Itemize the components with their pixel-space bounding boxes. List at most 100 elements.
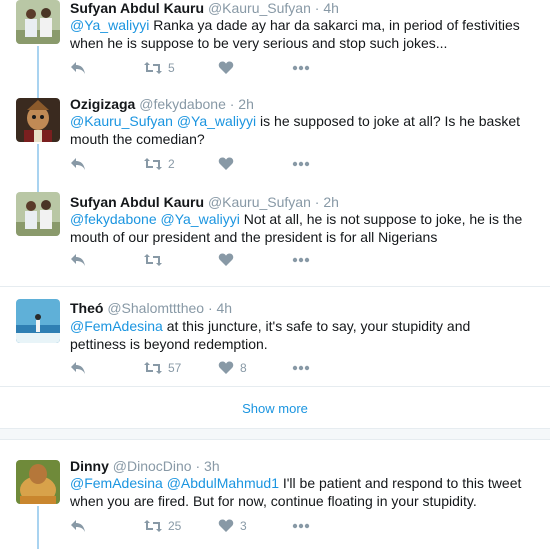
retweet-count: 5 [168,61,175,75]
heart-icon [218,519,234,532]
mention-link[interactable]: @Ya_waliyyi [70,17,149,33]
display-name[interactable]: Ozigizaga [70,96,135,112]
retweet-button[interactable]: 5 [144,60,175,76]
like-count: 8 [240,361,247,375]
retweet-button[interactable]: 57 [144,360,181,376]
more-button[interactable] [292,252,310,268]
more-icon [292,65,310,71]
retweet-icon [144,62,162,74]
display-name[interactable]: Sufyan Abdul Kauru [70,0,204,16]
mention-link[interactable]: @Ya_waliyyi [161,211,240,227]
tweet-actions: 2 [70,156,370,172]
tweet-3[interactable]: Sufyan Abdul Kauru @Kauru_Sufyan · 2h @f… [0,186,550,286]
timestamp[interactable]: · 2h [315,194,339,210]
tweet-actions: 25 3 [70,518,370,534]
tweet-header: Sufyan Abdul Kauru @Kauru_Sufyan · 4h [70,0,339,16]
avatar[interactable] [16,299,60,343]
tweet-divider [0,386,550,387]
retweet-icon [144,362,162,374]
tweet-5[interactable]: Dinny @DinocDino · 3h @FemAdesina @Abdul… [0,440,550,549]
thread-line [37,506,39,549]
reply-button[interactable] [70,360,86,376]
tweet-actions: 5 [70,60,370,76]
tweet-actions [70,252,370,268]
heart-icon [218,61,234,74]
timestamp[interactable]: · 4h [208,300,232,316]
avatar[interactable] [16,98,60,142]
more-button[interactable] [292,60,310,76]
mention-link[interactable]: @fekydabone [70,211,157,227]
timestamp[interactable]: · 2h [230,96,254,112]
reply-button[interactable] [70,252,86,268]
more-button[interactable] [292,360,310,376]
tweet-1[interactable]: Sufyan Abdul Kauru @Kauru_Sufyan · 4h @Y… [0,0,550,92]
reply-icon [71,254,85,266]
user-handle[interactable]: @Kauru_Sufyan [208,194,311,210]
tweet-2[interactable]: Ozigizaga @fekydabone · 2h @Kauru_Sufyan… [0,92,550,186]
reply-button[interactable] [70,518,86,534]
more-button[interactable] [292,156,310,172]
show-more-link[interactable]: Show more [0,401,550,416]
like-count: 3 [240,519,247,533]
more-icon [292,257,310,263]
like-button[interactable] [218,252,240,268]
display-name[interactable]: Theó [70,300,103,316]
reply-button[interactable] [70,60,86,76]
like-button[interactable]: 8 [218,360,247,376]
reply-icon [71,62,85,74]
avatar[interactable] [16,192,60,236]
tweet-actions: 57 8 [70,360,370,376]
retweet-icon [144,254,162,266]
more-icon [292,523,310,529]
tweet-header: Theó @Shalomtttheo · 4h [70,300,232,316]
conversation-gap [0,429,550,439]
timestamp[interactable]: · 4h [315,0,339,16]
more-icon [292,365,310,371]
more-button[interactable] [292,518,310,534]
display-name[interactable]: Dinny [70,458,109,474]
tweet-text: @FemAdesina at this juncture, it's safe … [70,317,530,353]
mention-link[interactable]: @AbdulMahmud1 [167,475,279,491]
like-button[interactable] [218,60,240,76]
like-button[interactable] [218,156,240,172]
reply-icon [71,520,85,532]
user-handle[interactable]: @Kauru_Sufyan [208,0,311,16]
heart-icon [218,253,234,266]
avatar[interactable] [16,460,60,504]
tweet-text: @fekydabone @Ya_waliyyi Not at all, he i… [70,210,530,246]
heart-icon [218,157,234,170]
heart-icon [218,361,234,374]
avatar[interactable] [16,0,60,44]
display-name[interactable]: Sufyan Abdul Kauru [70,194,204,210]
tweet-text: @Kauru_Sufyan @Ya_waliyyi is he supposed… [70,112,530,148]
retweet-button[interactable]: 25 [144,518,181,534]
tweet-header: Dinny @DinocDino · 3h [70,458,220,474]
tweet-header: Sufyan Abdul Kauru @Kauru_Sufyan · 2h [70,194,339,210]
user-handle[interactable]: @fekydabone [139,96,226,112]
mention-link[interactable]: @Ya_waliyyi [177,113,256,129]
reply-icon [71,362,85,374]
timestamp[interactable]: · 3h [195,458,219,474]
reply-button[interactable] [70,156,86,172]
retweet-button[interactable]: 2 [144,156,175,172]
retweet-count: 25 [168,519,182,533]
retweet-count: 2 [168,157,175,171]
retweet-button[interactable] [144,252,168,268]
thread-line [37,144,39,186]
retweet-count: 57 [168,361,182,375]
more-icon [292,161,310,167]
user-handle[interactable]: @Shalomtttheo [107,300,204,316]
mention-link[interactable]: @Kauru_Sufyan [70,113,173,129]
retweet-icon [144,158,162,170]
thread-line [37,46,39,92]
like-button[interactable]: 3 [218,518,247,534]
mention-link[interactable]: @FemAdesina [70,318,163,334]
reply-icon [71,158,85,170]
tweet-text: @FemAdesina @AbdulMahmud1 I'll be patien… [70,474,530,510]
retweet-icon [144,520,162,532]
tweet-4[interactable]: Theó @Shalomtttheo · 4h @FemAdesina at t… [0,287,550,386]
tweet-text: @Ya_waliyyi Ranka ya dade ay har da saka… [70,16,530,52]
tweet-header: Ozigizaga @fekydabone · 2h [70,96,254,112]
user-handle[interactable]: @DinocDino [113,458,192,474]
mention-link[interactable]: @FemAdesina [70,475,163,491]
